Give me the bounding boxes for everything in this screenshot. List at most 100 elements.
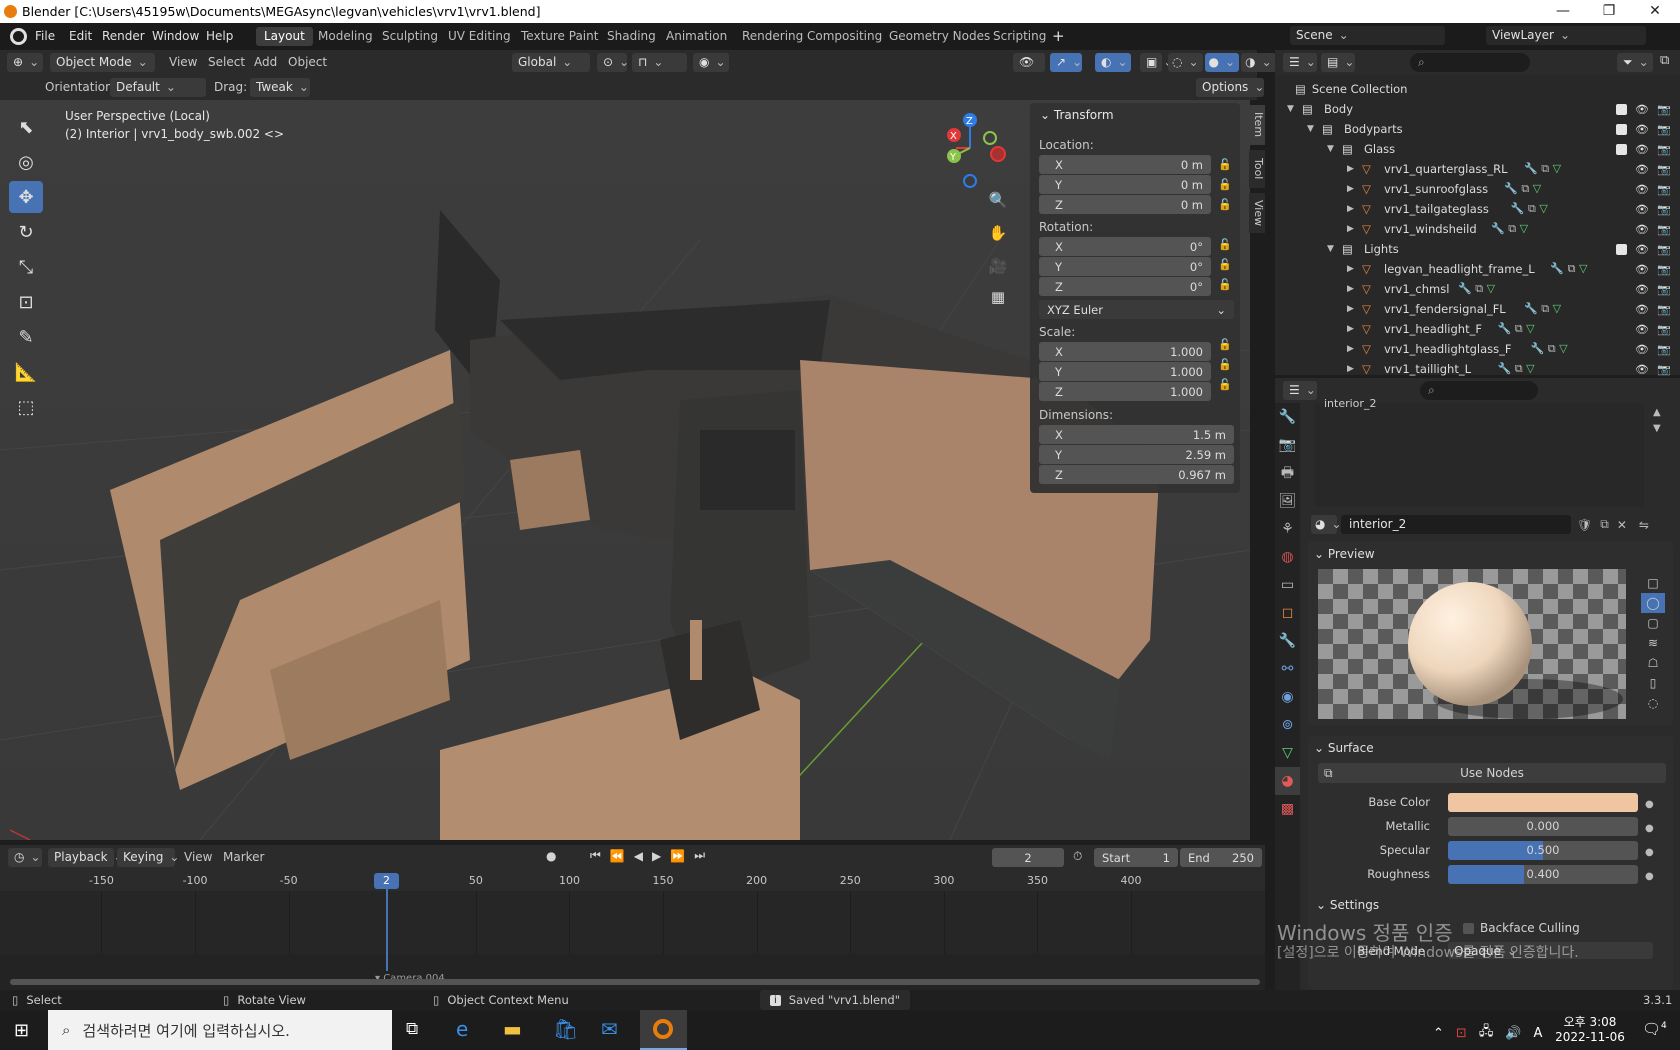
expand-arrow-icon[interactable]: ▶ bbox=[1347, 204, 1354, 214]
close-button[interactable]: ✕ bbox=[1632, 0, 1678, 23]
file-explorer-icon[interactable]: ▬ bbox=[503, 1017, 522, 1041]
object-data-icons[interactable]: 🔧 ⧉ ▽ bbox=[1498, 322, 1535, 336]
visibility-eye-icon[interactable]: 👁 bbox=[1635, 303, 1649, 316]
outliner-row[interactable]: ▼ ▤ Glass 👁 📷 bbox=[1275, 139, 1680, 159]
zoom-icon[interactable]: 🔍 bbox=[986, 191, 1010, 209]
gizmo-neg-z-icon[interactable] bbox=[963, 174, 977, 188]
texture-tab-icon[interactable]: ▩ bbox=[1275, 795, 1300, 823]
notification-icon[interactable]: 🗨4 bbox=[1642, 1020, 1667, 1038]
rotation-z-field[interactable]: Z 0° bbox=[1039, 277, 1211, 296]
wireframe-shading-icon[interactable]: ◌ bbox=[1168, 53, 1203, 72]
menu-window[interactable]: Window bbox=[152, 29, 199, 43]
expand-arrow-icon[interactable]: ▼ bbox=[1287, 104, 1294, 114]
tab-shading[interactable]: Shading bbox=[599, 27, 664, 46]
snap-icon[interactable]: ⊓ bbox=[632, 53, 687, 72]
measure-icon[interactable]: 📐 bbox=[9, 356, 43, 388]
camera-view-icon[interactable]: 🎥 bbox=[986, 257, 1010, 275]
tab-layout[interactable]: Layout bbox=[256, 27, 313, 46]
ime-indicator[interactable]: A bbox=[1534, 1026, 1543, 1041]
render-camera-icon[interactable]: 📷 bbox=[1657, 183, 1671, 196]
material-shading-icon[interactable]: ◑ bbox=[1241, 53, 1276, 72]
annotate-icon[interactable]: ✎ bbox=[9, 321, 43, 353]
marker-menu[interactable]: Marker bbox=[223, 850, 264, 864]
render-camera-icon[interactable]: 📷 bbox=[1657, 163, 1671, 176]
preview-header[interactable]: ⌄ Preview bbox=[1314, 547, 1375, 561]
menu-object[interactable]: Object bbox=[288, 55, 327, 69]
outliner-row[interactable]: ▶ ▽ vrv1_quarterglass_RL 🔧 ⧉ ▽ 👁 📷 bbox=[1275, 159, 1680, 179]
store-icon[interactable]: 🛍 bbox=[553, 1017, 578, 1041]
visibility-eye-icon[interactable]: 👁 bbox=[1635, 203, 1649, 216]
backface-culling-checkbox[interactable]: Backface Culling bbox=[1463, 921, 1580, 935]
saved-report[interactable]: i Saved "vrv1.blend" bbox=[760, 990, 911, 1010]
mode-selector[interactable]: Object Mode bbox=[50, 53, 155, 72]
expand-arrow-icon[interactable]: ▶ bbox=[1347, 264, 1354, 274]
tab-uv-editing[interactable]: UV Editing bbox=[440, 27, 519, 46]
render-camera-icon[interactable]: 📷 bbox=[1657, 343, 1671, 356]
maximize-button[interactable]: ❐ bbox=[1586, 0, 1632, 23]
dimension-z-field[interactable]: Z 0.967 m bbox=[1039, 465, 1234, 484]
visibility-eye-icon[interactable]: 👁 bbox=[1635, 123, 1649, 136]
collection-checkbox[interactable] bbox=[1616, 123, 1627, 135]
playback-menu[interactable]: Playback bbox=[48, 848, 114, 867]
view-layer-tab-icon[interactable]: 🖼 bbox=[1275, 487, 1300, 515]
scale-x-field[interactable]: X 1.000 bbox=[1039, 342, 1211, 361]
menu-select[interactable]: Select bbox=[208, 55, 245, 69]
object-data-icons[interactable]: 🔧 ⧉ ▽ bbox=[1504, 182, 1541, 196]
expand-arrow-icon[interactable]: ▼ bbox=[1327, 244, 1334, 254]
menu-edit[interactable]: Edit bbox=[69, 29, 92, 43]
options-dropdown[interactable]: Options bbox=[1196, 78, 1264, 97]
network-icon[interactable]: 🖧 bbox=[1479, 1022, 1494, 1044]
editor-type-icon[interactable]: ⊕ bbox=[7, 53, 43, 72]
expand-arrow-icon[interactable]: ▶ bbox=[1347, 324, 1354, 334]
render-tab-icon[interactable]: 📷 bbox=[1275, 431, 1300, 459]
tab-texture-paint[interactable]: Texture Paint bbox=[513, 27, 606, 46]
duplicate-material-icon[interactable]: ⧉ bbox=[1600, 517, 1609, 532]
add-cube-icon[interactable]: ⬚ bbox=[9, 391, 43, 423]
expand-arrow-icon[interactable]: ▶ bbox=[1347, 304, 1354, 314]
select-box-icon[interactable]: ⬉ bbox=[9, 111, 43, 143]
rotation-mode-dropdown[interactable]: XYZ Euler ⌄ bbox=[1039, 300, 1234, 319]
jump-start-icon[interactable]: ⏮ bbox=[590, 848, 601, 863]
play-reverse-icon[interactable]: ◀ bbox=[634, 849, 643, 863]
object-data-icons[interactable]: 🔧 ⧉ ▽ bbox=[1511, 202, 1548, 216]
filter-icon[interactable]: ⏷ bbox=[1617, 53, 1653, 72]
tab-view[interactable]: View bbox=[1249, 193, 1265, 233]
object-data-icons[interactable]: 🔧 ⧉ ▽ bbox=[1550, 262, 1587, 276]
object-data-icons[interactable]: 🔧 ⧉ ▽ bbox=[1531, 342, 1568, 356]
edge-icon[interactable]: e bbox=[456, 1017, 468, 1041]
taskbar-search-input[interactable]: ⌕ 검색하려면 여기에 입력하십시오. bbox=[48, 1010, 392, 1050]
visibility-eye-icon[interactable]: 👁 bbox=[1635, 143, 1649, 156]
scale-icon[interactable]: ⤡ bbox=[9, 251, 43, 283]
start-frame-field[interactable]: Start 1 bbox=[1094, 848, 1178, 867]
object-data-icons[interactable]: 🔧 ⧉ ▽ bbox=[1458, 282, 1495, 296]
constraints-tab-icon[interactable]: ⊚ bbox=[1275, 711, 1300, 739]
properties-search-input[interactable]: ⌕ bbox=[1420, 381, 1538, 400]
preview-range-icon[interactable]: ⏱ bbox=[1073, 849, 1082, 864]
outliner-search-input[interactable]: ⌕ bbox=[1410, 53, 1530, 72]
tab-modeling[interactable]: Modeling bbox=[310, 27, 381, 46]
menu-render[interactable]: Render bbox=[102, 29, 145, 43]
timeline-view-menu[interactable]: View bbox=[184, 850, 212, 864]
gizmo-toggle-icon[interactable]: ↗ bbox=[1050, 53, 1082, 72]
outliner-row[interactable]: ▼ ▤ Lights 👁 📷 bbox=[1275, 239, 1680, 259]
outliner-row[interactable]: ▶ ▽ vrv1_fendersignal_FL 🔧 ⧉ ▽ 👁 📷 bbox=[1275, 299, 1680, 319]
rotation-y-field[interactable]: Y 0° bbox=[1039, 257, 1211, 276]
collection-checkbox[interactable] bbox=[1616, 103, 1627, 115]
expand-arrow-icon[interactable]: ▶ bbox=[1347, 224, 1354, 234]
expand-arrow-icon[interactable]: ▶ bbox=[1347, 164, 1354, 174]
timeline-editor-icon[interactable]: ◷ bbox=[8, 848, 42, 867]
tray-security-icon[interactable]: ⊡ bbox=[1456, 1026, 1467, 1041]
material-name-input[interactable]: interior_2 bbox=[1341, 515, 1571, 534]
tool-tab-icon[interactable]: 🔧 bbox=[1275, 403, 1300, 431]
add-workspace-icon[interactable]: + bbox=[1052, 27, 1065, 45]
material-tab-icon[interactable]: ◕ bbox=[1275, 767, 1300, 795]
mail-icon[interactable]: ✉ bbox=[601, 1017, 618, 1041]
menu-file[interactable]: File bbox=[35, 29, 55, 43]
outliner-row[interactable]: ▶ ▽ vrv1_windsheild 🔧 ⧉ ▽ 👁 📷 bbox=[1275, 219, 1680, 239]
render-camera-icon[interactable]: 📷 bbox=[1657, 203, 1671, 216]
navigation-gizmo[interactable]: Z X Y bbox=[930, 108, 1010, 188]
next-keyframe-icon[interactable]: ⏩ bbox=[670, 849, 685, 863]
physics-tab-icon[interactable]: ◉ bbox=[1275, 683, 1300, 711]
render-camera-icon[interactable]: 📷 bbox=[1657, 323, 1671, 336]
render-camera-icon[interactable]: 📷 bbox=[1657, 223, 1671, 236]
